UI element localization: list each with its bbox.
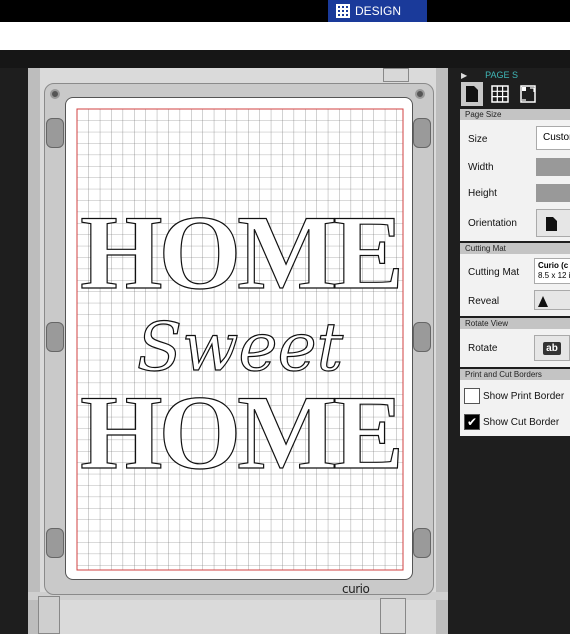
checkmark-icon: ✔ <box>466 415 478 429</box>
mat-clip <box>413 322 431 352</box>
show-print-border-checkbox[interactable] <box>464 388 480 404</box>
rotate-view-button[interactable]: ab <box>534 335 570 361</box>
top-menu-bar <box>0 0 570 22</box>
cutting-mat-dropdown[interactable]: Curio (c 8.5 x 12 i <box>534 258 570 284</box>
show-print-border-label: Show Print Border <box>483 391 565 402</box>
frame-rail-right <box>436 68 448 634</box>
page-icon <box>466 86 478 102</box>
cutting-mat-body: Cutting Mat Curio (c 8.5 x 12 i Reveal <box>460 254 570 316</box>
toolbar-divider <box>0 50 570 68</box>
size-dropdown[interactable]: Custom <box>536 126 570 150</box>
show-cut-border-label: Show Cut Border <box>483 417 560 428</box>
orientation-button[interactable] <box>536 209 570 237</box>
width-input[interactable] <box>536 158 570 176</box>
size-label: Size <box>468 134 488 145</box>
borders-body: Show Print Border ✔ Show Cut Border <box>460 380 570 436</box>
frame-rail-left <box>28 68 40 634</box>
mat-clip <box>46 322 64 352</box>
registration-marks-icon <box>520 85 536 103</box>
panel-tabs <box>458 82 570 108</box>
section-cutting-mat: Cutting Mat <box>460 243 570 254</box>
frame-top-tab <box>383 68 409 82</box>
design-line-3: HOME <box>80 374 400 491</box>
rotate-view-body: Rotate ab <box>460 329 570 367</box>
mat-clip <box>413 528 431 558</box>
panel-title: PAGE S <box>485 70 519 80</box>
brand-logo: curio <box>342 582 370 596</box>
page-size-body: Size Custom Width Height Orientation <box>460 120 570 241</box>
cutting-mat-value: Curio (c <box>538 261 569 270</box>
height-label: Height <box>468 188 497 199</box>
design-tab-label: DESIGN <box>355 4 402 18</box>
design-line-1: HOME <box>80 194 400 311</box>
mat-clip <box>46 118 64 148</box>
section-rotate-view: Rotate View <box>460 318 570 329</box>
collapse-arrow-icon[interactable]: ▶ <box>461 71 467 80</box>
reveal-label: Reveal <box>468 296 500 307</box>
tab-page-setup[interactable] <box>461 82 483 106</box>
design-tab[interactable]: DESIGN <box>328 0 427 22</box>
tab-registration[interactable] <box>517 82 539 106</box>
reveal-slider[interactable] <box>534 290 570 310</box>
screw-icon <box>50 89 60 99</box>
panel-header: ▶ PAGE S <box>455 68 570 82</box>
size-value: Custom <box>543 132 570 143</box>
section-borders: Print and Cut Borders <box>460 369 570 380</box>
cutting-mat-size: 8.5 x 12 i <box>538 271 570 280</box>
screw-icon <box>415 89 425 99</box>
show-cut-border-checkbox[interactable]: ✔ <box>464 414 480 430</box>
toolbar <box>0 22 570 50</box>
frame-bottom-tab-left <box>38 596 60 634</box>
grid-icon <box>336 4 350 18</box>
frame-bottom-tab-right <box>380 598 406 634</box>
mat-clip <box>46 528 64 558</box>
tab-grid[interactable] <box>489 82 511 106</box>
reveal-icon <box>538 296 548 307</box>
section-page-size: Page Size <box>460 109 570 120</box>
cutting-mat-label: Cutting Mat <box>468 267 520 278</box>
height-input[interactable] <box>536 184 570 202</box>
mat-clip <box>413 118 431 148</box>
width-label: Width <box>468 162 494 173</box>
app-window: DESIGN HOME Sweet HOME curio ▶ PAGE S Pa… <box>0 0 570 634</box>
orientation-label: Orientation <box>468 218 517 229</box>
rotate-label: Rotate <box>468 343 498 354</box>
portrait-page-icon <box>546 217 557 231</box>
rotate-ab-icon: ab <box>543 341 561 355</box>
design-page[interactable]: HOME Sweet HOME <box>65 97 413 580</box>
page-grid: HOME Sweet HOME <box>76 108 404 571</box>
grid-icon <box>491 85 509 103</box>
